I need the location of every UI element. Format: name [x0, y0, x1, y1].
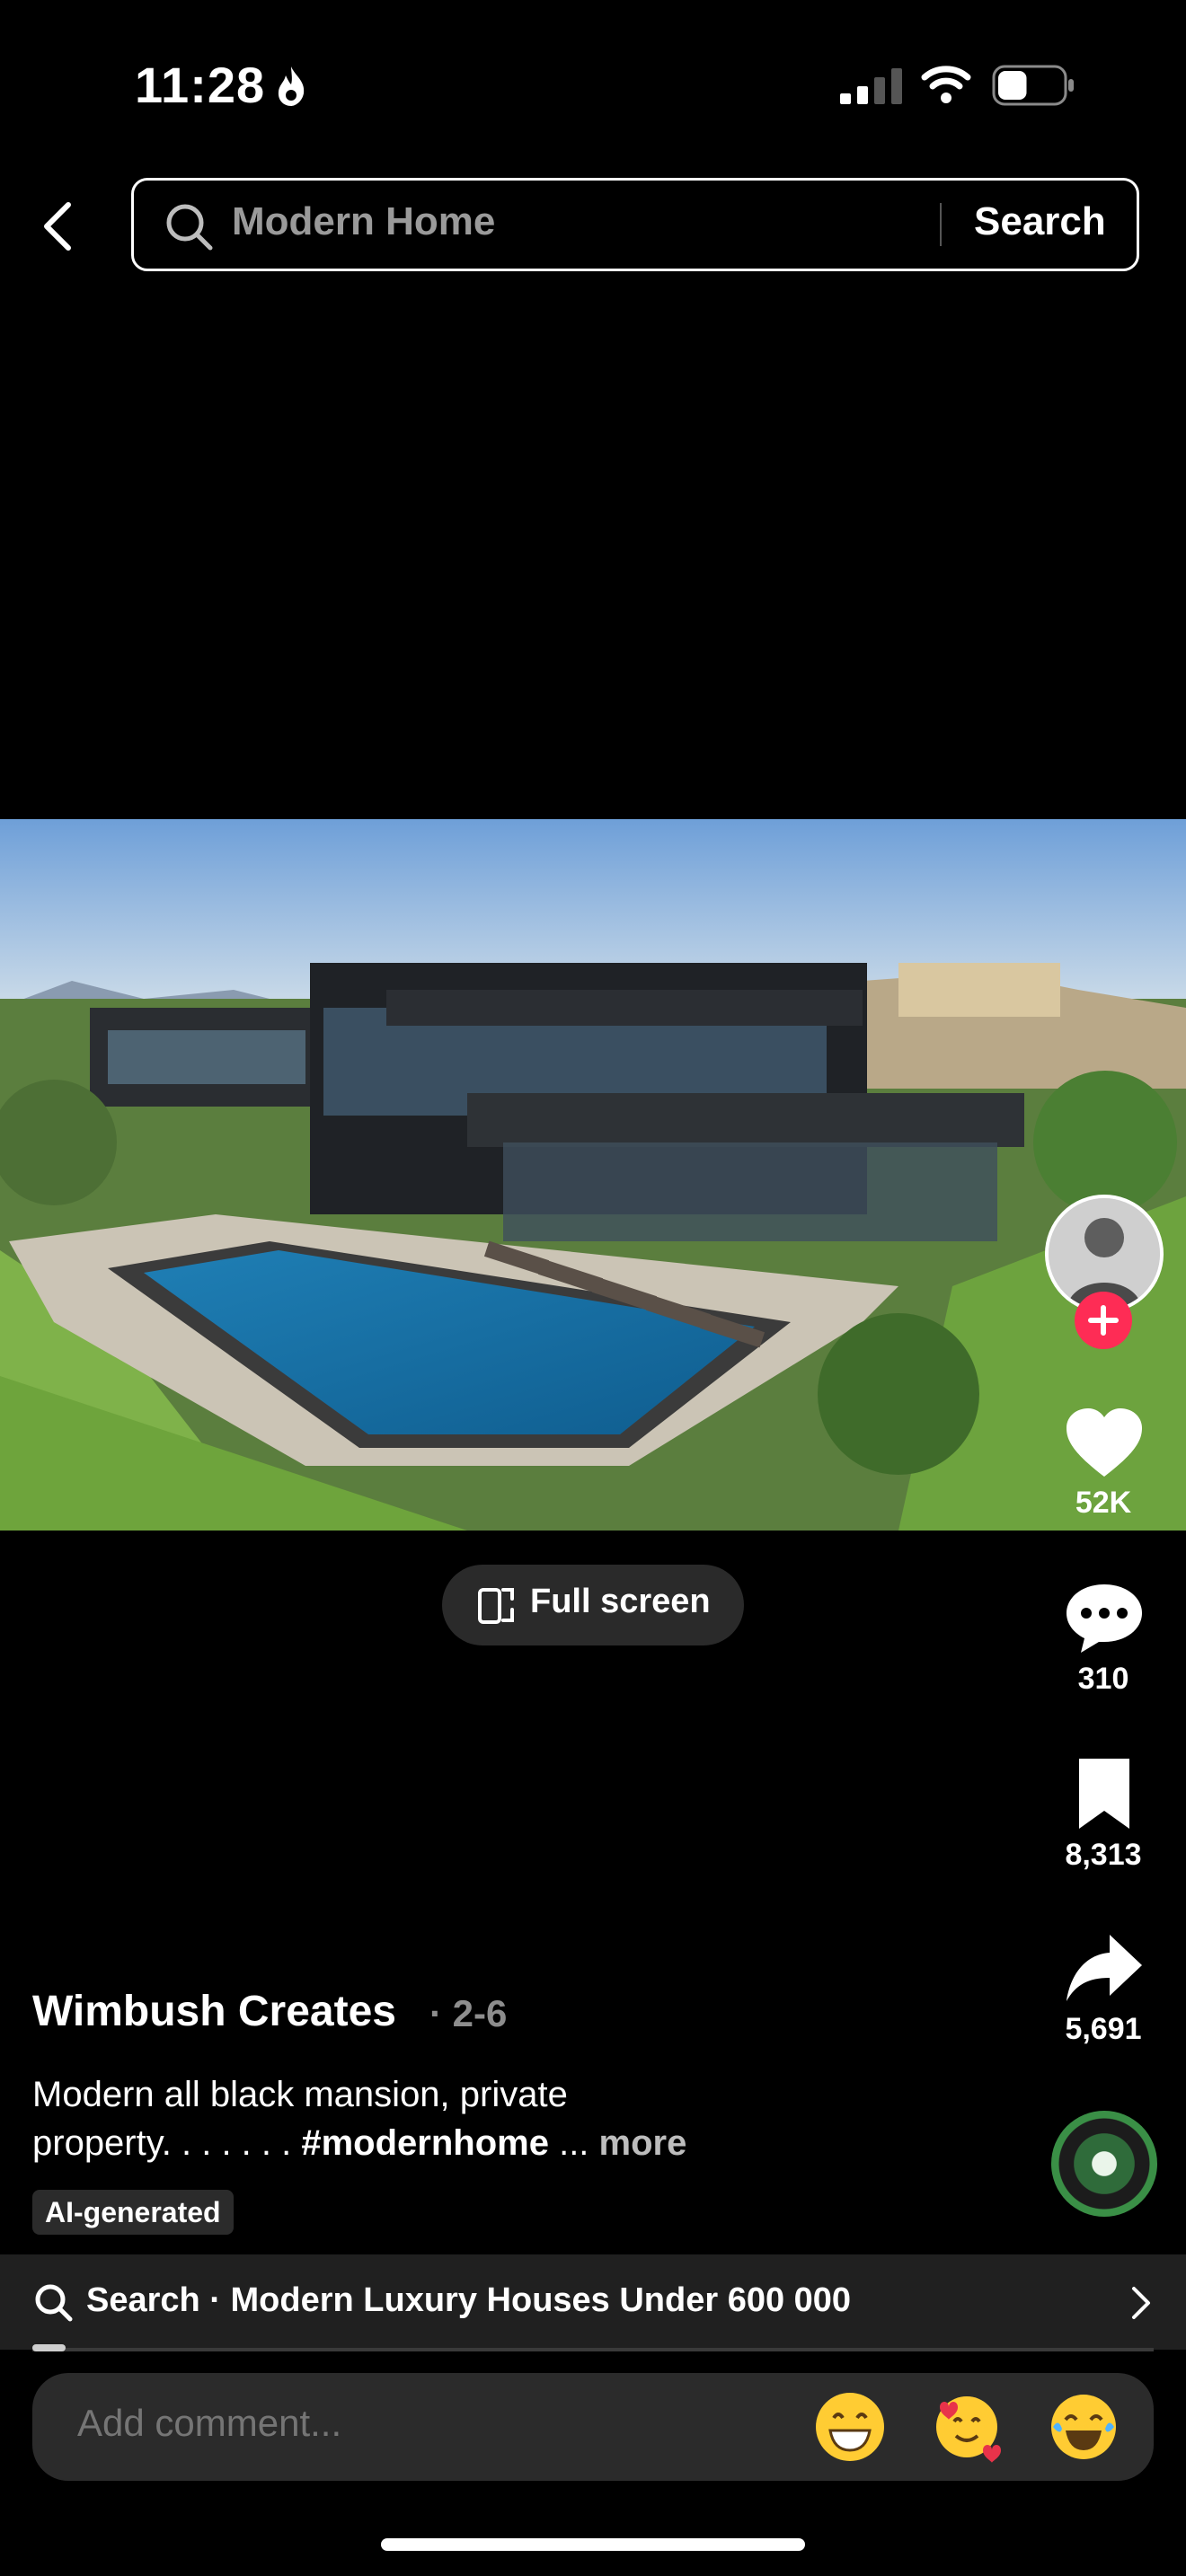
caption-line-1: Modern all black mansion, private [32, 2075, 568, 2114]
back-arrow-icon[interactable] [36, 199, 81, 253]
video-progress-fill[interactable] [32, 2344, 66, 2351]
smiling-face-hearts-icon[interactable] [931, 2391, 1003, 2463]
wifi-icon [921, 66, 971, 103]
more-link[interactable]: more [599, 2123, 687, 2163]
share-count: 5,691 [1065, 2012, 1142, 2046]
tears-of-joy-icon[interactable] [1048, 2391, 1120, 2463]
mansion-video-frame [0, 819, 1186, 1531]
caption-ellipsis: ... [548, 2123, 599, 2163]
post-date: · 2-6 [429, 1992, 508, 2034]
search-suggestion-text[interactable]: Search · Modern Luxury Houses Under 600 … [86, 2281, 851, 2320]
music-disc-icon[interactable] [1051, 2111, 1157, 2217]
grinning-face-icon[interactable] [814, 2391, 886, 2463]
save-count: 8,313 [1065, 1838, 1142, 1872]
fullscreen-label: Full screen [530, 1583, 711, 1620]
battery-icon [992, 65, 1074, 106]
author-name[interactable]: Wimbush Creates [32, 1987, 396, 2036]
search-button[interactable]: Search [974, 199, 1106, 244]
status-time: 11:28 [135, 57, 266, 113]
search-icon [35, 2284, 73, 2322]
flame-icon [278, 66, 305, 106]
like-count: 52K [1075, 1486, 1132, 1520]
home-indicator[interactable] [381, 2538, 805, 2551]
video-progress-track[interactable] [32, 2348, 1154, 2351]
video-player[interactable] [0, 819, 1186, 1531]
search-icon [166, 204, 213, 251]
plus-icon [1088, 1305, 1119, 1336]
comment-input[interactable] [77, 2402, 706, 2445]
follow-button[interactable] [1075, 1292, 1132, 1349]
chevron-right-icon[interactable] [1130, 2285, 1154, 2321]
caption-line-2-text: property. . . . . . . [32, 2123, 302, 2163]
ai-generated-badge: AI-generated [32, 2190, 234, 2235]
hashtag-link[interactable]: #modernhome [301, 2123, 549, 2163]
search-divider [940, 203, 942, 246]
search-query[interactable]: Modern Home [232, 199, 495, 244]
fullscreen-rotate-icon [478, 1588, 514, 1624]
comment-count: 310 [1077, 1662, 1129, 1696]
heart-icon[interactable] [1065, 1407, 1144, 1480]
comment-icon[interactable] [1065, 1581, 1144, 1654]
caption-line-2: property. . . . . . . #modernhome ... mo… [32, 2123, 686, 2164]
cellular-signal-icon [840, 68, 902, 104]
share-arrow-icon[interactable] [1065, 1931, 1144, 2005]
bookmark-icon[interactable] [1065, 1757, 1144, 1831]
